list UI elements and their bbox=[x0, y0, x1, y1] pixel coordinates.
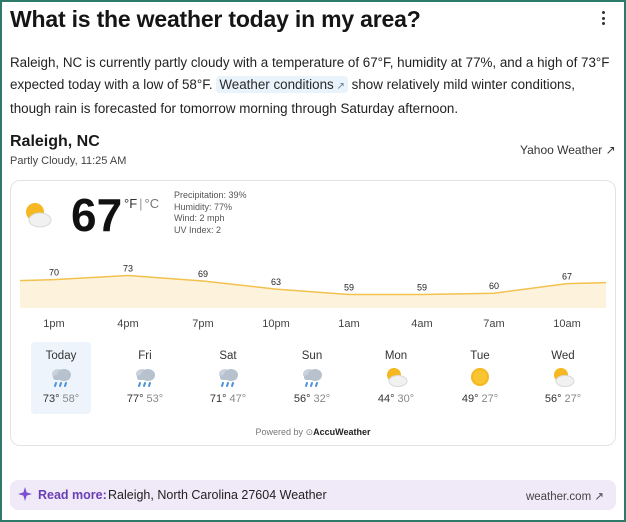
day-temps: 56° 32° bbox=[282, 393, 342, 405]
day-low: 32° bbox=[313, 393, 331, 405]
unit-toggle[interactable]: °F | °C bbox=[124, 196, 159, 211]
read-more-label: Read more: bbox=[38, 488, 107, 502]
day-low: 53° bbox=[146, 393, 164, 405]
day-low: 58° bbox=[62, 393, 80, 405]
fahrenheit-unit[interactable]: °F bbox=[124, 196, 137, 211]
read-more-source[interactable]: weather.com ↗ bbox=[526, 489, 604, 503]
source-link-label: Yahoo Weather bbox=[520, 143, 603, 157]
partly-cloudy-icon bbox=[366, 365, 426, 389]
day-forecast-sun[interactable]: Sun 56° 32° bbox=[282, 342, 342, 414]
hourly-temp-label: 69 bbox=[198, 269, 208, 279]
day-temps: 49° 27° bbox=[450, 393, 510, 405]
weather-conditions-label: Weather conditions bbox=[219, 77, 334, 92]
current-condition: Partly Cloudy, 11:25 AM bbox=[10, 155, 127, 167]
partly-cloudy-icon bbox=[26, 203, 52, 228]
day-forecast-tue[interactable]: Tue 49° 27° bbox=[450, 342, 510, 414]
day-forecast-sat[interactable]: Sat 71° 47° bbox=[198, 342, 258, 414]
answer-summary: Raleigh, NC is currently partly cloudy w… bbox=[10, 52, 614, 120]
daily-forecast: Today 73° 58° Fri 77° 53° Sat 71° 47° Sun 56° 3… bbox=[20, 342, 606, 416]
day-high: 56° bbox=[293, 393, 311, 405]
wind-stat: Wind: 2 mph bbox=[174, 213, 225, 223]
rain-icon bbox=[31, 365, 91, 389]
day-temps: 73° 58° bbox=[31, 393, 91, 405]
powered-by-prefix: Powered by bbox=[255, 427, 304, 437]
day-temps: 71° 47° bbox=[198, 393, 258, 405]
hourly-temp-label: 73 bbox=[123, 264, 133, 274]
hour-label: 4am bbox=[411, 318, 433, 330]
powered-by-brand: AccuWeather bbox=[313, 427, 371, 437]
hourly-temp-label: 67 bbox=[562, 272, 572, 282]
partly-cloudy-icon bbox=[533, 365, 593, 389]
weather-conditions-link[interactable]: Weather conditions ↗ bbox=[216, 76, 348, 93]
day-high: 77° bbox=[126, 393, 144, 405]
day-name: Mon bbox=[384, 350, 408, 362]
unit-separator: | bbox=[139, 196, 143, 211]
day-forecast-today[interactable]: Today 73° 58° bbox=[31, 342, 91, 414]
day-name: Today bbox=[45, 350, 77, 362]
hour-label: 4pm bbox=[117, 318, 139, 330]
celsius-unit[interactable]: °C bbox=[145, 196, 160, 211]
rain-icon bbox=[282, 365, 342, 389]
more-options-icon[interactable] bbox=[596, 10, 610, 26]
hourly-labels: 1pm 4pm 7pm 10pm 1am 4am 7am 10am bbox=[20, 318, 606, 334]
read-more-source-label: weather.com bbox=[525, 491, 592, 503]
day-forecast-wed[interactable]: Wed 56° 27° bbox=[533, 342, 593, 414]
hourly-temp-label: 60 bbox=[489, 281, 499, 291]
sun-icon bbox=[450, 365, 510, 389]
accuweather-logo-icon: ⊙ bbox=[305, 427, 314, 437]
source-link[interactable]: Yahoo Weather ↗ bbox=[520, 143, 616, 157]
day-name: Sat bbox=[219, 350, 237, 362]
sparkle-icon bbox=[18, 487, 32, 501]
day-high: 71° bbox=[209, 393, 227, 405]
day-name: Fri bbox=[138, 350, 152, 362]
hour-label: 7am bbox=[483, 318, 505, 330]
hour-label: 1am bbox=[338, 318, 360, 330]
humidity-stat: Humidity: 77% bbox=[174, 201, 233, 212]
hourly-temp-label: 59 bbox=[344, 283, 354, 293]
current-stats: Precipitation: 39% Humidity: 77% Wind: 2… bbox=[174, 190, 247, 236]
rain-icon bbox=[115, 365, 175, 389]
day-name: Tue bbox=[470, 350, 490, 362]
hour-label: 10am bbox=[553, 318, 581, 330]
hourly-temp-label: 63 bbox=[271, 277, 281, 287]
read-more-bar[interactable]: Read more: Raleigh, North Carolina 27604… bbox=[10, 480, 616, 510]
current-temperature: 67 bbox=[71, 189, 123, 241]
external-arrow-icon: ↗ bbox=[333, 81, 345, 92]
hourly-temp-label: 70 bbox=[49, 268, 59, 278]
external-arrow-icon: ↗ bbox=[594, 491, 604, 503]
hour-label: 1pm bbox=[43, 318, 65, 330]
page-title: What is the weather today in my area? bbox=[10, 6, 421, 32]
hourly-temperature-chart: 70 73 69 63 59 59 60 67 bbox=[20, 264, 606, 308]
day-low: 27° bbox=[564, 393, 582, 405]
external-arrow-icon: ↗ bbox=[605, 143, 616, 157]
hour-label: 10pm bbox=[262, 318, 290, 330]
read-more-title[interactable]: Raleigh, North Carolina 27604 Weather bbox=[108, 488, 327, 502]
day-high: 44° bbox=[377, 393, 395, 405]
day-high: 73° bbox=[42, 393, 60, 405]
rain-icon bbox=[198, 365, 258, 389]
precipitation-stat: Precipitation: 39% bbox=[174, 190, 247, 200]
day-low: 47° bbox=[229, 393, 247, 405]
day-name: Wed bbox=[551, 350, 575, 362]
day-forecast-fri[interactable]: Fri 77° 53° bbox=[115, 342, 175, 414]
powered-by: Powered by ⊙AccuWeather bbox=[0, 427, 626, 438]
day-high: 56° bbox=[544, 393, 562, 405]
uv-index-stat: UV Index: 2 bbox=[174, 224, 222, 235]
hourly-temp-label: 59 bbox=[417, 283, 427, 293]
day-name: Sun bbox=[301, 350, 323, 362]
location-name: Raleigh, NC bbox=[10, 133, 100, 150]
day-temps: 77° 53° bbox=[115, 393, 175, 405]
day-high: 49° bbox=[461, 393, 479, 405]
day-temps: 44° 30° bbox=[366, 393, 426, 405]
hour-label: 7pm bbox=[192, 318, 214, 330]
day-low: 27° bbox=[481, 393, 499, 405]
day-forecast-mon[interactable]: Mon 44° 30° bbox=[366, 342, 426, 414]
day-low: 30° bbox=[397, 393, 415, 405]
day-temps: 56° 27° bbox=[533, 393, 593, 405]
